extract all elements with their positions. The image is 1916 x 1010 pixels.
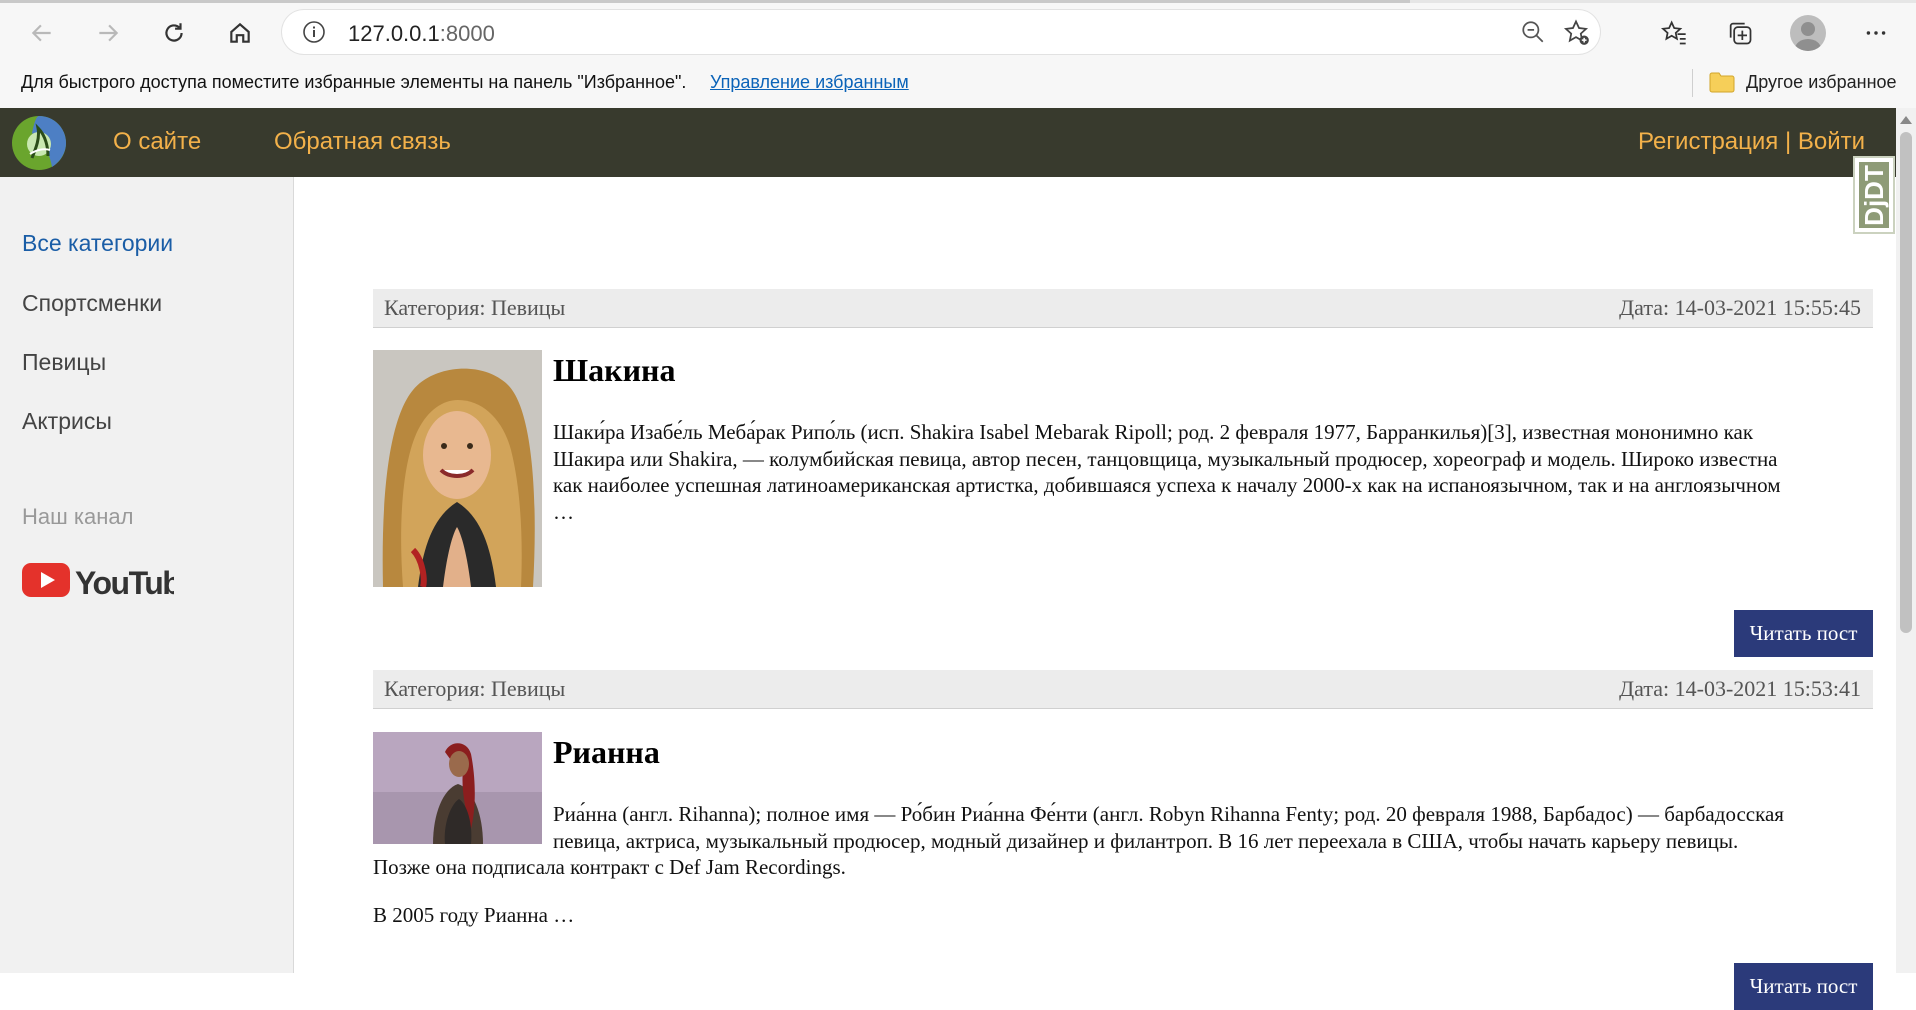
svg-text:YouTube: YouTube bbox=[75, 565, 174, 601]
favorites-bar-message: Для быстрого доступа поместите избранные… bbox=[21, 72, 687, 92]
post-excerpt-line: Шаки́ра Изабе́ль Меба́рак Рипо́ль (исп. … bbox=[553, 420, 1754, 444]
post-meta-bar: Категория: Певицы Дата: 14-03-2021 15:53… bbox=[373, 670, 1873, 709]
debug-toolbar-handle[interactable]: DjDT bbox=[1853, 156, 1895, 234]
url-text: 127.0.0.1:8000 bbox=[348, 21, 495, 46]
post-excerpt-line: Шакира или Shakira, — колумбийская певиц… bbox=[553, 446, 1778, 471]
manage-favorites-link[interactable]: Управление избранным bbox=[710, 72, 909, 93]
post-excerpt-paragraph: В 2005 году Рианна … bbox=[373, 903, 575, 927]
post-excerpt-line: … bbox=[553, 499, 574, 524]
sidebar-item-actresses[interactable]: Актрисы bbox=[22, 408, 112, 435]
scrollbar-thumb[interactable] bbox=[1900, 132, 1912, 633]
post-title[interactable]: Рианна bbox=[553, 734, 660, 771]
forward-arrow-icon bbox=[99, 24, 119, 42]
post-meta-bar: Категория: Певицы Дата: 14-03-2021 15:55… bbox=[373, 289, 1873, 328]
post-date: Дата: 14-03-2021 15:55:45 bbox=[1619, 295, 1861, 320]
post-excerpt-continuation: Позже она подписала контракт с Def Jam R… bbox=[373, 855, 846, 879]
folder-icon[interactable] bbox=[1708, 70, 1736, 94]
home-icon bbox=[230, 22, 250, 43]
collections-icon bbox=[1729, 22, 1752, 45]
favorites-bar: Для быстрого доступа поместите избранные… bbox=[0, 61, 1916, 109]
read-post-button[interactable]: Читать пост bbox=[1734, 610, 1873, 657]
channel-label: Наш канал bbox=[22, 504, 134, 529]
forward-button[interactable] bbox=[88, 13, 128, 53]
nav-feedback[interactable]: Обратная связь bbox=[274, 128, 451, 156]
site-logo-icon[interactable] bbox=[10, 114, 68, 172]
sidebar-item-singers[interactable]: Певицы bbox=[22, 349, 106, 376]
home-button[interactable] bbox=[220, 13, 260, 53]
favorites-divider bbox=[1692, 69, 1693, 97]
post-category: Категория: Певицы bbox=[384, 676, 566, 701]
scroll-up-arrow-icon[interactable] bbox=[1900, 116, 1912, 124]
post-excerpt-line: Риа́нна (англ. Rihanna); полное имя — Ро… bbox=[553, 802, 1784, 826]
sidebar-item-all-categories[interactable]: Все категории bbox=[22, 230, 173, 257]
back-button[interactable] bbox=[22, 13, 62, 53]
read-post-button[interactable]: Читать пост bbox=[1734, 963, 1873, 1010]
nav-auth-links[interactable]: Регистрация | Войти bbox=[1638, 128, 1865, 156]
site-header: О сайте Обратная связь Регистрация | Вой… bbox=[0, 108, 1896, 177]
post-excerpt: Шаки́ра Изабе́ль Меба́рак Рипо́ль (исп. … bbox=[553, 419, 1781, 525]
page-scrollbar[interactable] bbox=[1896, 108, 1916, 973]
back-arrow-icon bbox=[31, 24, 51, 42]
post-excerpt: Риа́нна (англ. Rihanna); полное имя — Ро… bbox=[553, 801, 1784, 854]
favorites-star-icon bbox=[1661, 20, 1686, 45]
add-favorite-icon[interactable] bbox=[1562, 18, 1590, 46]
post-date: Дата: 14-03-2021 15:53:41 bbox=[1619, 676, 1861, 701]
post-title[interactable]: Шакина bbox=[553, 352, 675, 389]
profile-icon bbox=[1795, 22, 1821, 51]
youtube-logo-icon[interactable]: YouTube bbox=[22, 561, 174, 601]
post-category: Категория: Певицы bbox=[384, 295, 566, 320]
post-excerpt-line: как наиболее успешная латиноамериканская… bbox=[553, 473, 1781, 497]
debug-toolbar-label: DjDT bbox=[1858, 164, 1889, 226]
post-excerpt-line: певица, актриса, музыкальный продюсер, м… bbox=[553, 828, 1739, 853]
reload-button[interactable] bbox=[154, 13, 194, 53]
other-favorites-link[interactable]: Другое избранное bbox=[1746, 72, 1897, 93]
browser-toolbar: 127.0.0.1:8000 bbox=[0, 3, 1916, 61]
sidebar: Все категории Спортсменки Певицы Актрисы… bbox=[0, 177, 294, 973]
favorites-button[interactable] bbox=[1656, 15, 1692, 51]
more-dots-icon bbox=[1866, 31, 1886, 35]
profile-avatar[interactable] bbox=[1790, 15, 1826, 51]
post-image-rihanna bbox=[373, 732, 542, 844]
zoom-out-icon[interactable] bbox=[1520, 19, 1546, 45]
more-menu-button[interactable] bbox=[1858, 15, 1894, 51]
nav-about[interactable]: О сайте bbox=[113, 128, 201, 156]
sidebar-item-sportswomen[interactable]: Спортсменки bbox=[22, 290, 162, 317]
post-image-shakira bbox=[373, 350, 542, 587]
info-icon[interactable] bbox=[302, 20, 326, 44]
collections-button[interactable] bbox=[1722, 15, 1758, 51]
reload-icon bbox=[165, 23, 183, 42]
address-bar[interactable]: 127.0.0.1:8000 bbox=[282, 10, 1600, 54]
